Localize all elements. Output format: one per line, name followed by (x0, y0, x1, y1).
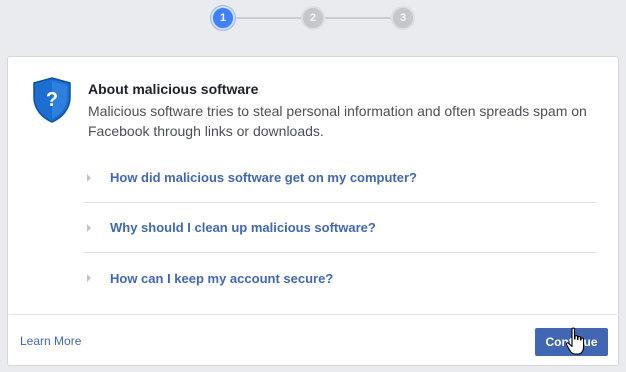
hand-pointer-cursor-icon (565, 327, 585, 355)
step-1: 1 (211, 6, 235, 30)
learn-more-link[interactable]: Learn More (20, 334, 81, 348)
faq-question[interactable]: Why should I clean up malicious software… (110, 220, 376, 235)
step-connector (235, 17, 301, 19)
question-shield-icon: ? (33, 77, 71, 123)
step-2: 2 (301, 6, 325, 30)
chevron-right-icon (87, 223, 91, 232)
chevron-right-icon (87, 173, 91, 182)
faq-question[interactable]: How can I keep my account secure? (110, 271, 333, 286)
card-title: About malicious software (88, 81, 259, 97)
malware-info-card: ? About malicious software Malicious sof… (7, 56, 619, 366)
faq-item-keep-secure[interactable]: How can I keep my account secure? (84, 253, 596, 303)
step-3: 3 (391, 6, 415, 30)
progress-stepper: 1 2 3 (211, 6, 415, 30)
faq-item-how-did-it-get-on[interactable]: How did malicious software get on my com… (84, 153, 596, 203)
faq-question[interactable]: How did malicious software get on my com… (110, 170, 417, 185)
footer-divider (9, 314, 617, 315)
card-description: Malicious software tries to steal person… (88, 103, 587, 139)
svg-text:?: ? (46, 89, 58, 111)
chevron-right-icon (87, 274, 91, 282)
faq-item-why-clean-up[interactable]: Why should I clean up malicious software… (84, 203, 596, 253)
step-connector (325, 17, 391, 19)
